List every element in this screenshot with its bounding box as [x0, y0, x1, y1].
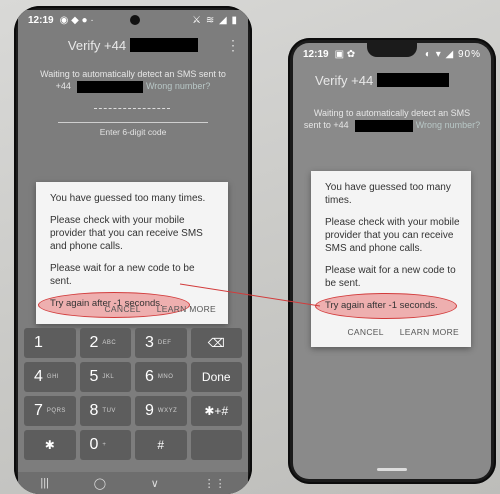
- try-again-row: Try again after -1 seconds.: [315, 293, 457, 319]
- status-notification-icons: ▣ ✿: [334, 48, 356, 60]
- keypad-key[interactable]: [190, 430, 242, 460]
- page-title: Verify +44: [67, 37, 127, 53]
- dialog-line-guessed: You have guessed too many times.: [50, 193, 206, 204]
- keypad-key-letters: TUV: [102, 408, 116, 414]
- redacted-phone-number: [130, 38, 199, 52]
- keypad-key-label: 9: [145, 402, 154, 419]
- numeric-keypad: 1 2 ABC 3 DEF ⌫ 4 GHI 5 JKL 6 MNO Done 7 PQRS 8 TUV 9 WXYZ…: [18, 328, 248, 460]
- status-system-icons: ◐ ▾ ◢ 90%: [424, 48, 481, 60]
- keypad-key[interactable]: 0 +: [79, 430, 131, 460]
- keypad-key-label: ⌫: [207, 336, 225, 350]
- keypad-key-label: 1: [34, 334, 43, 351]
- keypad-key-label: 0: [89, 436, 99, 453]
- code-entry-dashes: [94, 108, 170, 109]
- keypad-key[interactable]: 4 GHI: [24, 362, 76, 392]
- waiting-message: Waiting to automatically detect an SMS s…: [303, 107, 481, 132]
- keypad-key[interactable]: #: [135, 430, 187, 460]
- learn-more-button[interactable]: LEARN MORE: [157, 303, 216, 316]
- keypad-key[interactable]: Done: [190, 362, 242, 392]
- app-bar: Verify +44: [293, 65, 491, 95]
- keypad-key-label: 6: [145, 368, 154, 385]
- keypad-key-label: ✱: [44, 438, 55, 452]
- keypad-key-label: 4: [34, 368, 43, 385]
- waiting-text: Waiting to automatically detect an SMS s…: [40, 69, 226, 79]
- navigation-bar: ||| ◯ ∨ ⋮⋮: [18, 472, 248, 494]
- more-options-icon[interactable]: ⋮: [226, 37, 240, 54]
- status-time: 12:19: [303, 48, 329, 60]
- keypad-key-label: 3: [145, 334, 154, 351]
- waiting-text: Waiting to automatically detect an SMS: [313, 108, 471, 118]
- try-again-text: Try again after -1 seconds.: [325, 300, 438, 311]
- keypad-key[interactable]: 3 DEF: [135, 328, 187, 358]
- dialog-line-guessed: You have guessed too many times.: [325, 182, 451, 206]
- dialog-line-provider: Please check with your mobile provider t…: [325, 217, 460, 254]
- keypad-key[interactable]: ✱+#: [190, 396, 242, 426]
- dialog-line-wait: Please wait for a new code to be sent.: [325, 265, 456, 289]
- keypad-key-letters: JKL: [102, 374, 115, 380]
- home-button[interactable]: ◯: [94, 477, 106, 490]
- right-phone: 12:19 ▣ ✿ ◐ ▾ ◢ 90% Verify +44 Waiting t…: [288, 38, 496, 484]
- wrong-number-link[interactable]: Wrong number?: [146, 81, 210, 91]
- keypad-key-letters: WXYZ: [157, 408, 178, 414]
- keypad-key-label: Done: [201, 370, 231, 384]
- recents-button[interactable]: |||: [40, 477, 49, 489]
- display-notch: [367, 43, 417, 57]
- left-phone: 12:19 ◉ ◆ ● · ⚔ ≋ ◢ ▮ Verify +44 ⋮ Waiti…: [14, 6, 252, 494]
- app-bar: Verify +44 ⋮: [18, 30, 248, 60]
- camera-punch-hole: [130, 15, 140, 25]
- learn-more-button[interactable]: LEARN MORE: [400, 326, 459, 339]
- error-dialog: You have guessed too many times. Please …: [36, 182, 228, 324]
- keypad-key[interactable]: 2 ABC: [79, 328, 131, 358]
- keypad-key-letters: GHI: [46, 374, 60, 380]
- keypad-key-letters: +: [102, 442, 107, 448]
- code-input-label: Enter 6-digit code: [58, 122, 208, 137]
- redacted-phone-number: [377, 73, 450, 87]
- keypad-key[interactable]: 1: [24, 328, 76, 358]
- keypad-key-letters: ABC: [102, 340, 117, 346]
- keypad-key[interactable]: 9 WXYZ: [135, 396, 187, 426]
- back-button[interactable]: ∨: [151, 477, 159, 490]
- keypad-key-letters: PQRS: [46, 408, 66, 414]
- keypad-key[interactable]: ⌫: [190, 328, 242, 358]
- redacted-phone-number: [355, 119, 414, 132]
- keypad-key-letters: DEF: [157, 340, 172, 346]
- waiting-message: Waiting to automatically detect an SMS s…: [28, 68, 238, 93]
- keypad-key[interactable]: 8 TUV: [79, 396, 131, 426]
- page-title: Verify +44: [315, 72, 374, 88]
- gesture-handle[interactable]: [377, 468, 407, 471]
- dialog-actions: CANCEL LEARN MORE: [104, 303, 216, 316]
- keypad-key-label: #: [157, 438, 165, 452]
- waiting-prefix: sent to +44: [303, 120, 349, 130]
- cancel-button[interactable]: CANCEL: [347, 326, 383, 339]
- wrong-number-link[interactable]: Wrong number?: [416, 120, 480, 130]
- redacted-phone-number: [77, 80, 144, 93]
- keypad-key[interactable]: 6 MNO: [135, 362, 187, 392]
- keypad-key[interactable]: 5 JKL: [79, 362, 131, 392]
- status-system-icons: ⚔ ≋ ◢ ▮: [192, 14, 238, 26]
- keypad-key-label: 7: [34, 402, 43, 419]
- status-notification-icons: ◉ ◆ ● ·: [59, 14, 94, 26]
- keypad-key-label: 8: [89, 402, 99, 419]
- keypad-key-label: 2: [89, 334, 99, 351]
- keypad-key-label: 5: [89, 368, 99, 385]
- error-dialog: You have guessed too many times. Please …: [311, 171, 471, 347]
- status-time: 12:19: [28, 14, 54, 26]
- waiting-prefix: +44: [55, 81, 71, 91]
- keypad-key-label: ✱+#: [204, 404, 229, 418]
- keyboard-switch-icon[interactable]: ⋮⋮: [204, 477, 226, 490]
- left-phone-screen: 12:19 ◉ ◆ ● · ⚔ ≋ ◢ ▮ Verify +44 ⋮ Waiti…: [18, 10, 248, 494]
- right-phone-screen: 12:19 ▣ ✿ ◐ ▾ ◢ 90% Verify +44 Waiting t…: [293, 43, 491, 479]
- dialog-line-provider: Please check with your mobile provider t…: [50, 215, 203, 252]
- dialog-line-wait: Please wait for a new code to be sent.: [50, 263, 195, 287]
- keypad-key[interactable]: ✱: [24, 430, 76, 460]
- dialog-actions: CANCEL LEARN MORE: [347, 326, 459, 339]
- keypad-key-letters: MNO: [157, 374, 174, 380]
- cancel-button[interactable]: CANCEL: [104, 303, 140, 316]
- keypad-key[interactable]: 7 PQRS: [24, 396, 76, 426]
